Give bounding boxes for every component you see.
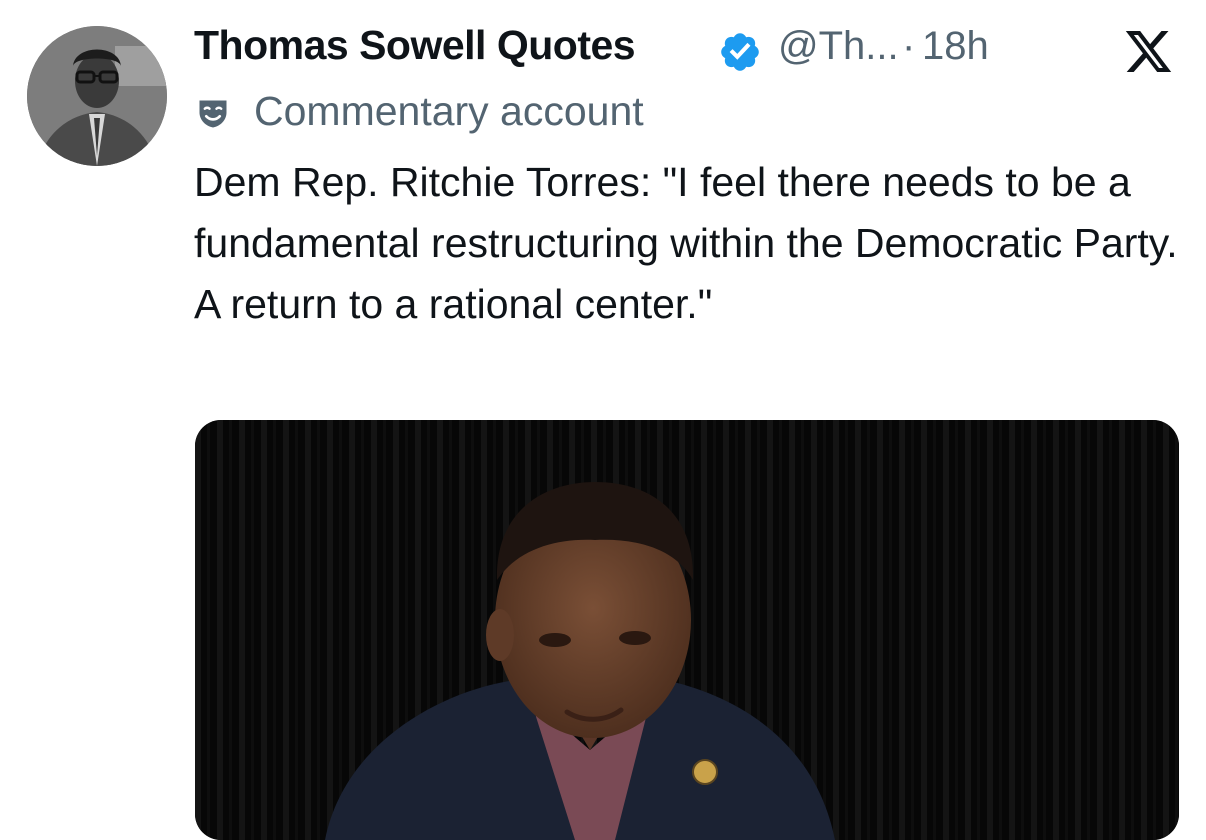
author-name[interactable]: Thomas Sowell Quotes [194,22,636,69]
author-avatar[interactable] [27,26,167,166]
tweet-media-image[interactable] [195,420,1179,840]
tweet-header: Thomas Sowell Quotes @Th... · 18h [194,20,1206,80]
meta-separator: · [902,24,916,68]
media-photo [195,420,1179,840]
x-logo-icon[interactable] [1124,30,1174,74]
verified-badge-icon[interactable] [718,30,762,74]
tweet-text: Dem Rep. Ritchie Torres: "I feel there n… [194,159,1187,327]
avatar-portrait [27,26,167,166]
post-timestamp[interactable]: 18h [922,24,989,69]
commentary-label-text: Commentary account [254,88,644,134]
theater-mask-icon [199,100,227,128]
author-handle[interactable]: @Th... [778,24,899,69]
